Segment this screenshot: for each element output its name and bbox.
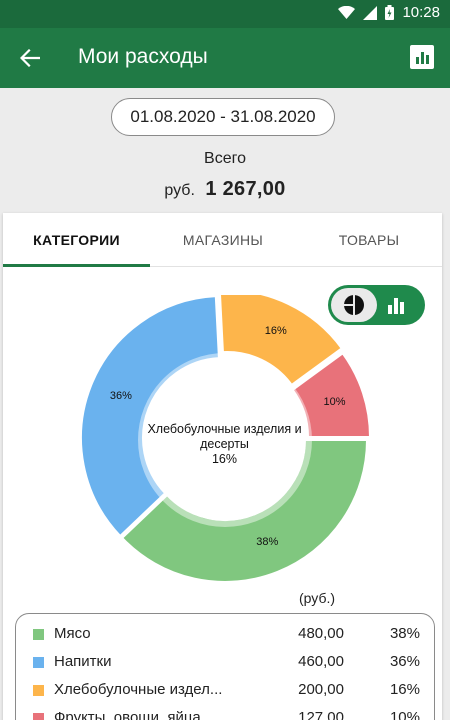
legend-name: Хлебобулочные издел...: [54, 681, 223, 698]
battery-icon: [385, 5, 395, 20]
slice-percent-label: 36%: [109, 389, 132, 402]
slice-percent-label: 38%: [256, 536, 279, 549]
legend-name: Фрукты, овощи, яйца: [54, 709, 201, 720]
tab-products[interactable]: ТОВАРЫ: [296, 213, 442, 267]
total-currency: руб.: [164, 182, 195, 199]
arrow-back-icon: [20, 49, 40, 67]
legend-name: Напитки: [54, 653, 112, 670]
tab-bar: КАТЕГОРИИ МАГАЗИНЫ ТОВАРЫ: [3, 213, 442, 267]
legend-swatch: [33, 629, 44, 640]
legend-row[interactable]: Хлебобулочные издел... 200,00 16%: [16, 678, 436, 706]
donut-slice[interactable]: [80, 295, 220, 538]
legend: Мясо 480,00 38% Напитки 460,00 36% Хлебо…: [15, 613, 435, 720]
legend-pct: 10%: [389, 709, 420, 720]
categories-card: КАТЕГОРИИ МАГАЗИНЫ ТОВАРЫ Хлебобулочные …: [3, 213, 442, 720]
legend-pct: 38%: [389, 625, 420, 642]
back-button[interactable]: [16, 44, 44, 72]
total-label: Всего: [204, 150, 246, 167]
legend-row[interactable]: Фрукты, овощи, яйца 127,00 10%: [16, 706, 436, 720]
legend-pct: 36%: [389, 653, 420, 670]
app-bar: Мои расходы: [0, 28, 450, 88]
tab-stores[interactable]: МАГАЗИНЫ: [150, 213, 296, 267]
legend-swatch: [33, 685, 44, 696]
legend-amount: 200,00: [298, 681, 344, 698]
donut-center-label: Хлебобулочные изделия и десерты: [147, 422, 302, 451]
currency-note: (руб.): [299, 590, 336, 606]
signal-icon: [363, 5, 378, 20]
date-range-selector[interactable]: 01.08.2020 - 31.08.2020: [111, 98, 335, 136]
slice-percent-label: 16%: [264, 324, 287, 337]
legend-amount: 480,00: [298, 625, 344, 642]
page-title: Мои расходы: [78, 45, 208, 68]
bar-chart-icon[interactable]: [410, 45, 434, 69]
tab-indicator: [3, 264, 150, 267]
legend-row[interactable]: Мясо 480,00 38%: [16, 622, 436, 650]
status-bar: 10:28: [0, 0, 450, 28]
slice-percent-label: 10%: [323, 395, 346, 408]
tab-categories[interactable]: КАТЕГОРИИ: [3, 213, 150, 267]
status-time: 10:28: [402, 4, 440, 21]
legend-pct: 16%: [389, 681, 420, 698]
legend-swatch: [33, 657, 44, 668]
bar-view-button[interactable]: [388, 296, 412, 314]
legend-name: Мясо: [54, 625, 91, 642]
donut-center-value: 16%: [211, 452, 238, 466]
total-line: руб. 1 267,00: [0, 178, 450, 201]
legend-swatch: [33, 713, 44, 720]
legend-amount: 460,00: [298, 653, 344, 670]
status-icons: 10:28: [338, 4, 440, 21]
total-amount: 1 267,00: [205, 178, 286, 200]
wifi-icon: [338, 5, 356, 19]
legend-amount: 127,00: [298, 709, 344, 720]
legend-row[interactable]: Напитки 460,00 36%: [16, 650, 436, 678]
donut-center-text: Хлебобулочные изделия и десерты 16%: [142, 422, 307, 467]
